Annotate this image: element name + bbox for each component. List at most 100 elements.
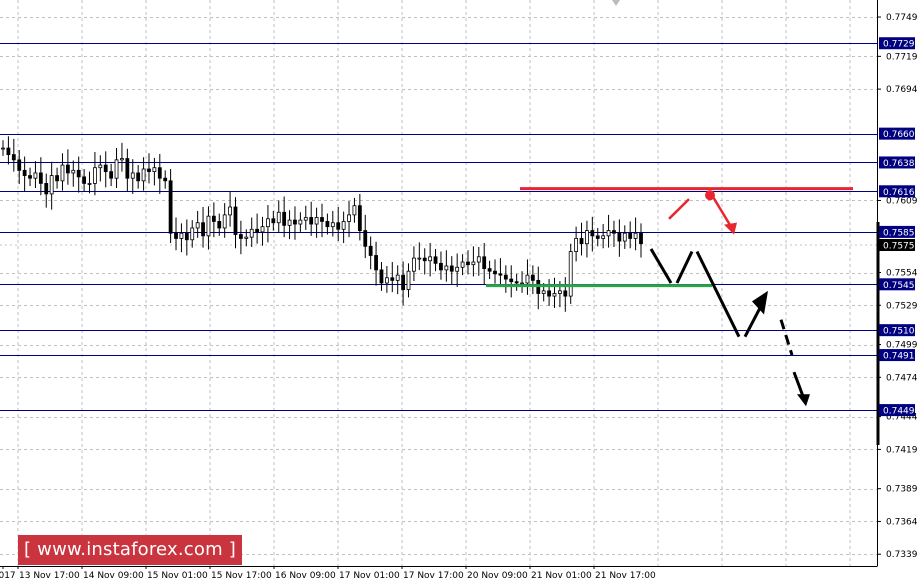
candle bbox=[211, 202, 216, 238]
candle bbox=[65, 149, 70, 185]
candle-body bbox=[55, 175, 59, 182]
candle-body bbox=[38, 172, 43, 184]
candle-body bbox=[330, 222, 335, 228]
current-price-label: 0.7575 bbox=[883, 242, 915, 252]
candle-body bbox=[439, 262, 443, 271]
candle-body bbox=[201, 222, 205, 237]
candle bbox=[439, 251, 443, 280]
candle bbox=[71, 160, 76, 187]
candle bbox=[195, 210, 200, 238]
black-up-2 bbox=[743, 307, 762, 338]
candle-body bbox=[255, 228, 260, 233]
candle bbox=[412, 246, 416, 282]
candle-body bbox=[568, 251, 573, 297]
black-arrow-down-head bbox=[797, 394, 810, 407]
candle bbox=[282, 196, 287, 238]
candle bbox=[168, 169, 173, 244]
candle-body bbox=[211, 215, 216, 222]
candle bbox=[341, 211, 346, 244]
candle-body bbox=[590, 230, 595, 237]
candle bbox=[244, 229, 249, 247]
candle bbox=[579, 222, 584, 256]
candle bbox=[1, 140, 5, 156]
candle bbox=[76, 156, 81, 193]
candle bbox=[114, 148, 119, 189]
candle-body bbox=[352, 205, 357, 216]
candle-body bbox=[206, 215, 211, 237]
candle-body bbox=[98, 164, 103, 169]
candle bbox=[530, 265, 535, 295]
time-tick-label: 17 Nov 17:00 bbox=[403, 571, 464, 581]
candle bbox=[514, 273, 519, 291]
scroll-marker-icon bbox=[612, 0, 620, 6]
candle-body bbox=[76, 169, 81, 178]
candle bbox=[622, 225, 627, 249]
candle-body bbox=[222, 214, 227, 229]
price-tick-label: 0.7694 bbox=[886, 85, 917, 95]
candle-body bbox=[449, 265, 454, 272]
candle-body bbox=[525, 274, 530, 284]
candle bbox=[390, 262, 395, 293]
candle bbox=[255, 213, 260, 244]
candle-body bbox=[476, 256, 481, 263]
candle-body bbox=[428, 256, 433, 262]
candle bbox=[422, 248, 427, 275]
candle bbox=[298, 212, 303, 232]
candle bbox=[201, 207, 205, 248]
candle bbox=[487, 260, 492, 280]
candle-body bbox=[233, 206, 238, 235]
candle-body bbox=[103, 164, 108, 173]
candle-body bbox=[374, 255, 378, 271]
candle bbox=[233, 197, 238, 249]
candle bbox=[606, 214, 611, 248]
candle-body bbox=[282, 211, 287, 226]
black-up-1 bbox=[675, 250, 694, 284]
candle bbox=[612, 220, 616, 247]
candle bbox=[157, 153, 162, 194]
candle-body bbox=[87, 183, 92, 185]
candle bbox=[503, 265, 508, 293]
candle-body bbox=[260, 226, 265, 233]
candle bbox=[174, 217, 178, 251]
price-tick-label: 0.7609 bbox=[886, 196, 917, 206]
red-up-segment bbox=[668, 198, 690, 220]
candle bbox=[6, 136, 11, 165]
candle-body bbox=[498, 273, 503, 276]
candle-body bbox=[460, 261, 465, 268]
candle bbox=[417, 242, 422, 270]
candle-body bbox=[298, 219, 303, 225]
candle-body bbox=[622, 232, 627, 242]
candle bbox=[368, 236, 373, 270]
candle-body bbox=[93, 167, 97, 184]
candle-body bbox=[406, 270, 411, 290]
candle-body bbox=[341, 221, 346, 230]
candle bbox=[314, 207, 319, 238]
candle-body bbox=[168, 180, 173, 234]
candle-body bbox=[493, 270, 497, 275]
candle-body bbox=[120, 158, 124, 161]
candle bbox=[476, 246, 481, 276]
candle bbox=[190, 220, 195, 248]
candle bbox=[363, 214, 368, 259]
candle bbox=[103, 151, 108, 188]
candle-body bbox=[114, 159, 119, 179]
candle-body bbox=[147, 168, 151, 173]
candle bbox=[271, 210, 276, 231]
candle-body bbox=[503, 274, 508, 280]
candle-body bbox=[595, 235, 600, 239]
candle bbox=[406, 263, 411, 298]
time-tick-label: 21 Nov 01:00 bbox=[531, 571, 592, 581]
candle-body bbox=[184, 232, 189, 241]
chart-grid bbox=[0, 0, 877, 566]
candle-body bbox=[628, 232, 633, 239]
candle-body bbox=[271, 218, 276, 224]
candle-body bbox=[547, 290, 551, 297]
candle bbox=[401, 261, 406, 306]
candle bbox=[568, 243, 573, 304]
candle bbox=[125, 148, 130, 192]
candle bbox=[28, 167, 32, 187]
price-tick-label: 0.7419 bbox=[886, 445, 917, 455]
candle-body bbox=[347, 214, 351, 222]
candle-body bbox=[552, 293, 557, 297]
candle-body bbox=[563, 290, 568, 297]
